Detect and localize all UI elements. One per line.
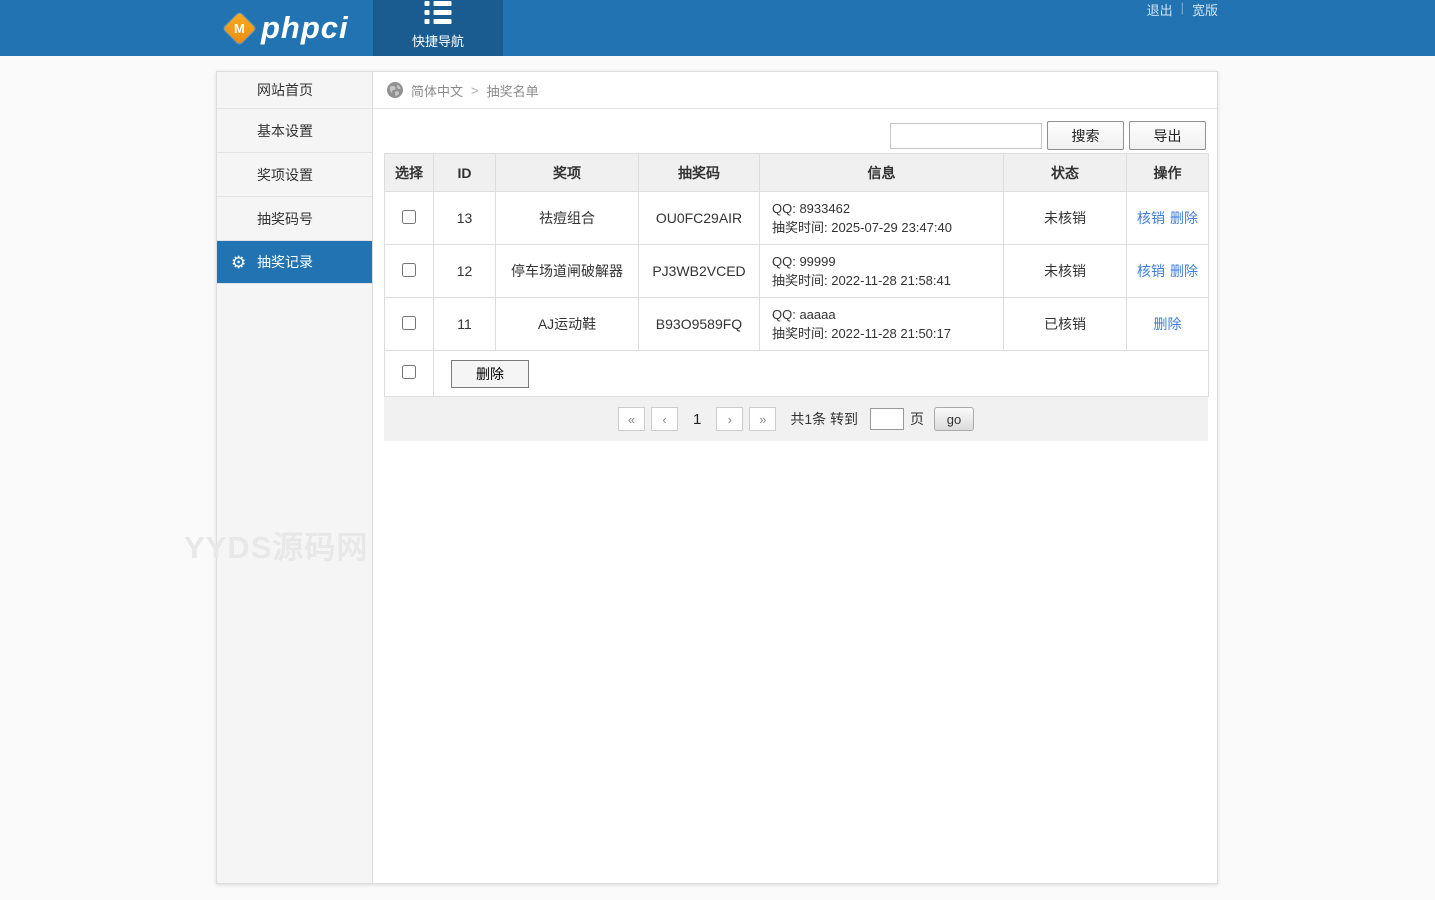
cell-actions: 删除 xyxy=(1126,297,1209,351)
breadcrumb-current: 抽奖名单 xyxy=(486,83,539,99)
time-line: 抽奖时间: 2025-07-29 23:47:40 xyxy=(772,220,952,235)
menu-list-icon xyxy=(424,1,452,24)
pagination: « ‹ 1 › » 共1条 转到 页 go xyxy=(384,397,1208,441)
col-action: 操作 xyxy=(1126,153,1209,192)
cell-code: OU0FC29AIR xyxy=(638,191,760,245)
batch-delete-button[interactable]: 删除 xyxy=(451,359,529,388)
breadcrumb-separator: > xyxy=(471,82,479,98)
header-links: 退出 | 宽版 xyxy=(1147,0,1218,19)
cell-id: 13 xyxy=(433,191,496,245)
col-select: 选择 xyxy=(384,153,434,192)
page-suffix: 页 xyxy=(910,411,925,427)
table-header-row: 选择 ID 奖项 抽奖码 信息 状态 操作 xyxy=(384,153,1209,192)
pagination-current-page: 1 xyxy=(692,410,702,428)
row-checkbox[interactable] xyxy=(402,262,416,277)
cell-prize: 祛痘组合 xyxy=(495,191,639,245)
qq-line: QQ: aaaaa xyxy=(772,307,836,322)
pagination-last-button[interactable]: » xyxy=(749,407,777,431)
content-panel: 网站首页 基本设置 奖项设置 抽奖码号 ⚙ 抽奖记录 简体中文 > 抽奖名单 搜… xyxy=(216,71,1218,884)
cell-status: 未核销 xyxy=(1003,191,1127,245)
cell-info: QQ: 99999 抽奖时间: 2022-11-28 21:58:41 xyxy=(759,244,1004,298)
globe-icon xyxy=(387,82,403,98)
brand-logo-icon: M xyxy=(223,11,256,45)
cell-prize: 停车场道闸破解器 xyxy=(495,244,639,298)
goto-page-input[interactable] xyxy=(870,408,905,430)
batch-checkbox[interactable] xyxy=(402,365,416,379)
search-button[interactable]: 搜索 xyxy=(1047,121,1124,150)
search-input[interactable] xyxy=(890,122,1042,149)
cell-code: B93O9589FQ xyxy=(638,297,760,351)
breadcrumb-lang[interactable]: 简体中文 xyxy=(411,81,463,100)
cell-actions: 核销 删除 xyxy=(1126,244,1209,298)
sidebar-item-home[interactable]: 网站首页 xyxy=(217,72,372,109)
top-header: M phpci 快捷导航 退出 | 宽版 xyxy=(0,0,1435,56)
pagination-next-button[interactable]: › xyxy=(716,407,744,431)
col-id: ID xyxy=(433,153,496,192)
gear-icon: ⚙ xyxy=(231,253,247,272)
cell-id: 12 xyxy=(433,244,496,298)
quick-nav-label: 快捷导航 xyxy=(411,34,464,49)
cell-prize: AJ运动鞋 xyxy=(495,297,639,351)
qq-line: QQ: 99999 xyxy=(772,254,836,269)
table-row: 11 AJ运动鞋 B93O9589FQ QQ: aaaaa 抽奖时间: 2022… xyxy=(384,297,1209,351)
row-checkbox[interactable] xyxy=(402,315,416,330)
brand-logo[interactable]: M phpci xyxy=(223,0,349,56)
sidebar-item-lottery-records[interactable]: ⚙ 抽奖记录 xyxy=(217,241,372,284)
table-row: 12 停车场道闸破解器 PJ3WB2VCED QQ: 99999 抽奖时间: 2… xyxy=(384,244,1209,298)
col-prize: 奖项 xyxy=(495,153,639,192)
logout-link[interactable]: 退出 xyxy=(1147,0,1173,19)
sidebar-item-basic-settings[interactable]: 基本设置 xyxy=(217,109,372,153)
pagination-total-text: 共1条 转到 xyxy=(790,411,859,427)
delete-link[interactable]: 删除 xyxy=(1170,263,1198,279)
cell-code: PJ3WB2VCED xyxy=(638,244,760,298)
delete-link[interactable]: 删除 xyxy=(1154,316,1182,332)
col-status: 状态 xyxy=(1003,153,1127,192)
breadcrumb: 简体中文 > 抽奖名单 xyxy=(373,72,1217,109)
delete-link[interactable]: 删除 xyxy=(1170,210,1198,226)
qq-line: QQ: 8933462 xyxy=(772,201,851,216)
export-button[interactable]: 导出 xyxy=(1129,121,1206,150)
cell-info: QQ: 8933462 抽奖时间: 2025-07-29 23:47:40 xyxy=(759,191,1004,245)
sidebar-item-prize-settings[interactable]: 奖项设置 xyxy=(217,153,372,197)
col-code: 抽奖码 xyxy=(638,153,760,192)
cell-info: QQ: aaaaa 抽奖时间: 2022-11-28 21:50:17 xyxy=(759,297,1004,351)
records-table: 选择 ID 奖项 抽奖码 信息 状态 操作 13 祛痘组合 OU0FC29AIR… xyxy=(384,153,1209,397)
pagination-first-button[interactable]: « xyxy=(617,407,645,431)
pagination-go-button[interactable]: go xyxy=(934,407,975,431)
cell-status: 已核销 xyxy=(1003,297,1127,351)
time-line: 抽奖时间: 2022-11-28 21:58:41 xyxy=(772,273,951,288)
sidebar-item-label: 抽奖记录 xyxy=(257,254,313,270)
sidebar-item-lottery-codes[interactable]: 抽奖码号 xyxy=(217,197,372,241)
sidebar: 网站首页 基本设置 奖项设置 抽奖码号 ⚙ 抽奖记录 xyxy=(217,72,373,883)
cell-id: 11 xyxy=(433,297,496,351)
time-line: 抽奖时间: 2022-11-28 21:50:17 xyxy=(772,326,951,341)
table-row: 13 祛痘组合 OU0FC29AIR QQ: 8933462 抽奖时间: 202… xyxy=(384,191,1209,245)
verify-link[interactable]: 核销 xyxy=(1137,210,1165,226)
pagination-prev-button[interactable]: ‹ xyxy=(650,407,678,431)
verify-link[interactable]: 核销 xyxy=(1137,263,1165,279)
col-info: 信息 xyxy=(759,153,1004,192)
cell-status: 未核销 xyxy=(1003,244,1127,298)
batch-row: 删除 xyxy=(384,350,1209,397)
wide-version-link[interactable]: 宽版 xyxy=(1192,0,1218,19)
link-separator: | xyxy=(1180,0,1184,15)
cell-actions: 核销 删除 xyxy=(1126,191,1209,245)
brand-name: phpci xyxy=(261,10,349,45)
quick-nav-tab[interactable]: 快捷导航 xyxy=(373,0,503,56)
toolbar: 搜索 导出 xyxy=(384,121,1206,150)
main-area: 简体中文 > 抽奖名单 搜索 导出 选择 ID 奖项 抽奖码 信息 状态 操作 … xyxy=(373,72,1217,883)
row-checkbox[interactable] xyxy=(402,209,416,224)
